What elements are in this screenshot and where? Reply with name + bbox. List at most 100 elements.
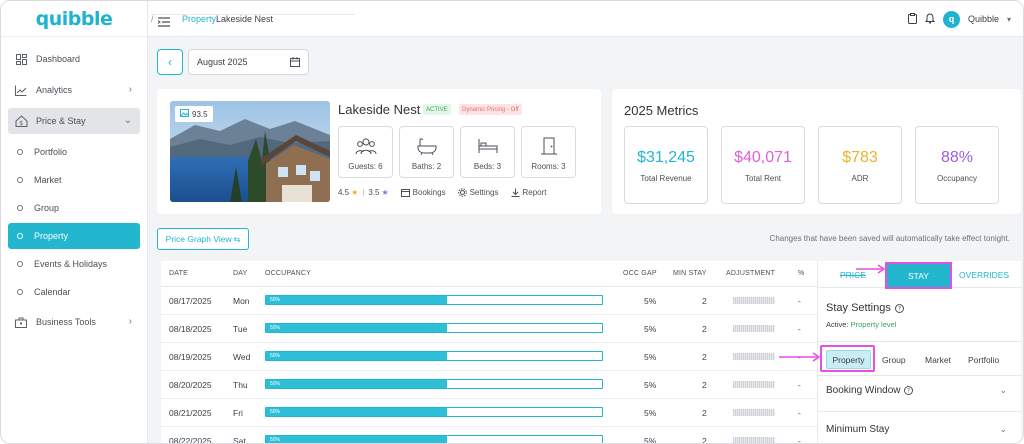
price-graph-view-label: Price Graph View <box>165 234 232 244</box>
sidebar-subitem-group[interactable]: Group <box>8 195 140 221</box>
rating-primary: 4.5 <box>338 188 350 197</box>
metric-occupancy: 88% Occupancy <box>915 126 999 204</box>
bullet-icon <box>17 233 23 239</box>
calendar-icon <box>400 189 410 197</box>
chevron-down-icon[interactable]: ⌄ <box>999 385 1007 396</box>
scope-market-button[interactable]: Market <box>925 355 951 365</box>
help-icon[interactable]: ? <box>904 386 914 395</box>
divider <box>818 341 1022 342</box>
day-cell: Mon <box>233 296 250 306</box>
adjustment-slider[interactable] <box>733 409 775 416</box>
avatar[interactable]: q <box>942 10 960 28</box>
price-graph-view-button[interactable]: Price Graph View ⇆ <box>157 228 249 250</box>
guests-icon <box>355 138 376 155</box>
percent-cell: - <box>798 296 801 306</box>
occ-gap-cell: 5% <box>644 408 657 418</box>
column-header-percent[interactable]: % <box>798 270 804 277</box>
report-link[interactable]: Report <box>511 188 547 197</box>
bullet-icon <box>17 205 23 211</box>
guests-stat: Guests: 6 <box>338 126 393 178</box>
occupancy-fill: 50% <box>266 436 448 443</box>
table-row[interactable]: 08/21/2025 Fri 5% 2 - 50% <box>161 399 817 427</box>
table-row[interactable]: 08/22/2025 Sat 5% 2 - 50% <box>161 427 817 443</box>
top-right-controls: q Quibble ▾ <box>907 1 1011 37</box>
column-header-adjustment[interactable]: ADJUSTMENT <box>726 270 775 277</box>
rooms-label: Rooms: 3 <box>531 162 566 171</box>
chevron-down-icon[interactable]: ⌄ <box>999 424 1007 435</box>
month-picker-value: August 2025 <box>197 57 248 67</box>
scope-portfolio-button[interactable]: Portfolio <box>968 355 999 365</box>
sidebar-subitem-calendar[interactable]: Calendar <box>8 279 140 305</box>
sidebar-subitem-label: Events & Holidays <box>34 259 108 269</box>
metric-value: $31,245 <box>637 149 695 166</box>
occupancy-bar: 50% <box>265 323 603 333</box>
breadcrumb-current: Lakeside Nest <box>216 13 274 24</box>
sidebar-subitem-market[interactable]: Market <box>8 167 140 193</box>
menu-toggle-icon[interactable] <box>157 14 170 27</box>
sidebar-item-label: Dashboard <box>36 54 81 64</box>
date-cell: 08/18/2025 <box>169 324 212 334</box>
previous-month-button[interactable]: ‹ <box>157 49 183 75</box>
date-cell: 08/21/2025 <box>169 408 212 418</box>
bookings-link[interactable]: Bookings <box>400 188 446 197</box>
date-cell: 08/19/2025 <box>169 352 212 362</box>
adjustment-slider[interactable] <box>733 381 775 388</box>
sidebar-subitem-events-holidays[interactable]: Events & Holidays <box>8 251 140 277</box>
table-row[interactable]: 08/18/2025 Tue 5% 2 - 50% <box>161 315 817 343</box>
sidebar-item-label: Analytics <box>36 85 73 95</box>
logo[interactable]: quibble <box>1 1 147 37</box>
divider <box>818 375 1022 376</box>
metric-total-rent: $40,071 Total Rent <box>721 126 805 204</box>
stay-settings-title: Stay Settings ? <box>826 302 904 314</box>
column-header-day[interactable]: DAY <box>233 270 247 277</box>
sidebar-subitem-label: Market <box>34 175 62 185</box>
property-photo[interactable]: 93.5 <box>170 101 330 202</box>
sidebar-item-analytics[interactable]: Analytics › <box>8 77 140 103</box>
sidebar-item-business-tools[interactable]: Business Tools › <box>8 309 140 335</box>
scope-group-button[interactable]: Group <box>882 355 906 365</box>
help-icon[interactable]: ? <box>894 303 904 313</box>
user-name[interactable]: Quibble <box>968 14 999 24</box>
adjustment-slider[interactable] <box>733 437 775 443</box>
day-cell: Wed <box>233 352 251 362</box>
table-row[interactable]: 08/20/2025 Thu 5% 2 - 50% <box>161 371 817 399</box>
download-icon <box>511 188 519 197</box>
adjustment-slider[interactable] <box>733 297 775 304</box>
column-header-min-stay[interactable]: MIN STAY <box>673 270 707 277</box>
sidebar-subitem-property[interactable]: Property <box>8 223 140 249</box>
adjustment-slider[interactable] <box>733 325 775 332</box>
booking-window-accordion[interactable]: Booking Window ? <box>826 385 914 396</box>
column-header-occupancy[interactable]: OCCUPANCY <box>265 270 311 277</box>
occupancy-fill: 50% <box>266 408 448 416</box>
settings-link[interactable]: Settings <box>457 188 499 197</box>
bell-icon[interactable] <box>924 12 936 26</box>
sidebar-subitem-portfolio[interactable]: Portfolio <box>8 139 140 165</box>
clipboard-icon[interactable] <box>907 12 917 26</box>
breadcrumb-parent-link[interactable]: Property <box>182 14 216 24</box>
bullet-icon <box>17 149 23 155</box>
highlight-arrow-icon <box>856 264 886 274</box>
sidebar-item-dashboard[interactable]: Dashboard <box>8 46 140 72</box>
column-header-date[interactable]: DATE <box>169 270 188 277</box>
chevron-down-icon[interactable]: ▾ <box>1007 15 1011 24</box>
column-header-occ-gap[interactable]: OCC GAP <box>623 270 657 277</box>
baths-stat: Baths: 2 <box>399 126 454 178</box>
occupancy-bar: 50% <box>265 379 603 389</box>
metric-label: Total Rent <box>744 174 782 183</box>
metric-label: Occupancy <box>936 174 978 183</box>
adjustment-slider[interactable] <box>733 353 775 360</box>
metrics-title: 2025 Metrics <box>624 103 699 118</box>
gear-icon <box>457 188 467 197</box>
sidebar-subitem-label: Group <box>34 203 60 213</box>
minimum-stay-accordion[interactable]: Minimum Stay <box>826 424 889 435</box>
tab-overrides[interactable]: OVERRIDES <box>959 270 1009 280</box>
sidebar-subitem-label: Property <box>34 231 69 241</box>
sidebar-item-price-stay[interactable]: $ Price & Stay ⌄ <box>8 108 140 134</box>
sidebar-item-label: Price & Stay <box>36 116 86 126</box>
month-picker[interactable]: August 2025 <box>188 49 309 75</box>
table-row[interactable]: 08/17/2025 Mon 5% 2 - 50% <box>161 287 817 315</box>
tab-stay[interactable]: STAY <box>885 262 952 289</box>
date-cell: 08/17/2025 <box>169 296 212 306</box>
table-row[interactable]: 08/19/2025Wed5%2-50% <box>161 343 817 371</box>
score-badge: 93.5 <box>175 106 213 122</box>
